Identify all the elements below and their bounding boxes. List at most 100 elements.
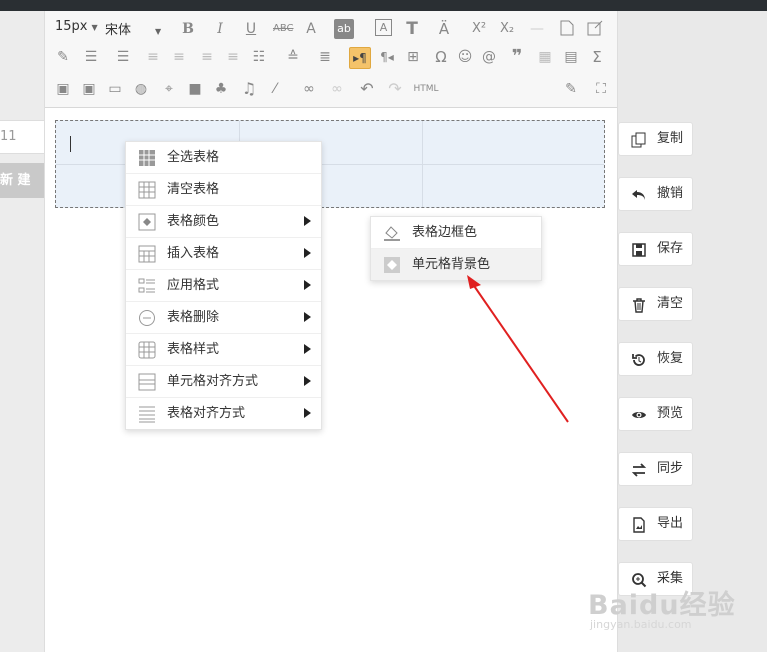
- music-icon[interactable]: ♫: [239, 79, 259, 99]
- superscript-icon[interactable]: X²: [469, 19, 489, 39]
- menu-item-apply-format[interactable]: 应用格式: [126, 270, 321, 302]
- image-icon[interactable]: ▣: [53, 79, 73, 99]
- sync-icon: [631, 463, 647, 477]
- submenu-arrow-icon: [304, 280, 311, 290]
- table-col-divider-2: [422, 121, 423, 207]
- submenu-item-border-color[interactable]: 表格边框色: [371, 217, 541, 249]
- submenu-arrow-icon: [304, 216, 311, 226]
- submenu-arrow-icon: [304, 344, 311, 354]
- cell-background-icon: [384, 257, 400, 273]
- cell-align-icon: [138, 373, 156, 391]
- separator-icon: —: [530, 21, 544, 37]
- page-break-icon[interactable]: ⊞: [403, 47, 423, 67]
- font-color-icon[interactable]: A: [301, 19, 321, 39]
- text-style-icon[interactable]: T: [402, 19, 422, 39]
- font-family-select[interactable]: 宋体 ▼: [105, 19, 173, 38]
- magic-wand-icon[interactable]: ⁄: [265, 79, 285, 99]
- align-left-icon[interactable]: ≡: [143, 47, 163, 67]
- line-height-icon[interactable]: ☷: [249, 47, 269, 67]
- indent-icon[interactable]: ☰: [81, 47, 101, 67]
- left-input[interactable]: 11: [0, 120, 44, 154]
- sync-button[interactable]: 同步: [618, 452, 693, 486]
- menu-item-clear-table[interactable]: 清空表格: [126, 174, 321, 206]
- preview-button[interactable]: 预览: [618, 397, 693, 431]
- copy-icon: [631, 132, 646, 148]
- strikethrough-icon[interactable]: ABC: [273, 19, 294, 39]
- paste-icon[interactable]: ▤: [561, 47, 581, 67]
- menu-item-table-align[interactable]: 表格对齐方式: [126, 398, 321, 429]
- formula-icon[interactable]: Σ: [587, 47, 607, 67]
- table-align-icon: [139, 406, 155, 423]
- new-button[interactable]: 新 建: [0, 163, 44, 198]
- save-button[interactable]: 保存: [618, 232, 693, 266]
- subscript-icon[interactable]: X₂: [497, 19, 517, 39]
- html-source-icon[interactable]: HTML: [413, 79, 439, 99]
- fullscreen-icon[interactable]: ⛶: [591, 79, 611, 99]
- ltr-direction-icon[interactable]: ▸¶: [349, 47, 371, 69]
- annotation-arrow: [467, 275, 569, 423]
- font-size-select[interactable]: 15px ▼: [55, 19, 98, 34]
- align-center-icon[interactable]: ≡: [169, 47, 189, 67]
- emoji-icon[interactable]: ☺: [455, 47, 475, 67]
- bold-icon[interactable]: B: [178, 19, 198, 39]
- link-icon[interactable]: ∞: [299, 79, 319, 99]
- video-icon[interactable]: ■: [185, 79, 205, 99]
- table-context-menu: 全选表格 清空表格 表格颜色 插入表格 应用格式 表格删除 表格样式 单元格对齐…: [125, 141, 322, 430]
- select-all-table-icon: [139, 150, 155, 166]
- menu-item-table-style[interactable]: 表格样式: [126, 334, 321, 366]
- align-right-icon[interactable]: ≡: [197, 47, 217, 67]
- border-text-icon[interactable]: A: [375, 19, 392, 36]
- restore-icon: [632, 354, 645, 366]
- redo-toolbar-icon[interactable]: ↷: [385, 79, 405, 99]
- watermark-brand: Baidu经验: [588, 590, 736, 621]
- outdent-icon[interactable]: ☰: [113, 47, 133, 67]
- left-panel: [0, 11, 44, 652]
- broom-icon[interactable]: ♣: [211, 79, 231, 99]
- quote-icon[interactable]: ❞: [507, 47, 527, 67]
- palette-icon[interactable]: ◍: [131, 79, 151, 99]
- at-icon[interactable]: @: [479, 47, 499, 67]
- menu-item-cell-align[interactable]: 单元格对齐方式: [126, 366, 321, 398]
- clear-button[interactable]: 清空: [618, 287, 693, 321]
- editor-toolbar: 15px ▼ 宋体 ▼ B I U ABC A ab A T Ä X² X₂ — ✎…: [45, 11, 617, 108]
- watermark-url: jingyan.baidu.com: [590, 618, 692, 631]
- border-color-icon: [384, 226, 400, 241]
- new-document-icon[interactable]: [557, 19, 577, 39]
- eye-icon: [632, 412, 646, 418]
- multi-image-icon[interactable]: ▣: [79, 79, 99, 99]
- eraser-icon[interactable]: ✎: [53, 47, 73, 67]
- menu-item-table-color[interactable]: 表格颜色: [126, 206, 321, 238]
- submenu-arrow-icon: [304, 312, 311, 322]
- menu-item-insert-table[interactable]: 插入表格: [126, 238, 321, 270]
- table-color-icon: [138, 213, 156, 231]
- rtl-direction-icon[interactable]: ¶◂: [377, 47, 397, 67]
- restore-button[interactable]: 恢复: [618, 342, 693, 376]
- map-icon[interactable]: ⌖: [159, 79, 179, 99]
- gallery-icon[interactable]: ▭: [105, 79, 125, 99]
- unlink-icon[interactable]: ∞: [327, 79, 347, 99]
- copy-button[interactable]: 复制: [618, 122, 693, 156]
- submenu-arrow-icon: [304, 248, 311, 258]
- format-brush-icon[interactable]: [585, 19, 605, 39]
- table-icon[interactable]: ▦: [535, 47, 555, 67]
- clear-format-icon[interactable]: Ä: [434, 19, 454, 39]
- submenu-arrow-icon: [304, 408, 311, 418]
- trash-icon: [633, 298, 645, 313]
- template-icon[interactable]: ✎: [561, 79, 581, 99]
- list-icon[interactable]: ≣: [315, 47, 335, 67]
- menu-item-delete-table[interactable]: 表格删除: [126, 302, 321, 334]
- menu-item-select-all[interactable]: 全选表格: [126, 142, 321, 174]
- align-justify-icon[interactable]: ≡: [223, 47, 243, 67]
- highlight-color-icon[interactable]: ab: [334, 19, 354, 39]
- undo-toolbar-icon[interactable]: ↶: [357, 79, 377, 99]
- apply-format-icon: [138, 278, 155, 293]
- italic-icon[interactable]: I: [210, 19, 230, 39]
- clear-table-icon: [138, 181, 156, 199]
- text-caret: [70, 136, 71, 152]
- undo-button[interactable]: 撤销: [618, 177, 693, 211]
- underline-icon[interactable]: U: [241, 19, 261, 39]
- export-button[interactable]: 导出: [618, 507, 693, 541]
- top-bar: [0, 0, 767, 11]
- special-char-icon[interactable]: Ω: [431, 47, 451, 67]
- paragraph-spacing-icon[interactable]: ≙: [283, 47, 303, 67]
